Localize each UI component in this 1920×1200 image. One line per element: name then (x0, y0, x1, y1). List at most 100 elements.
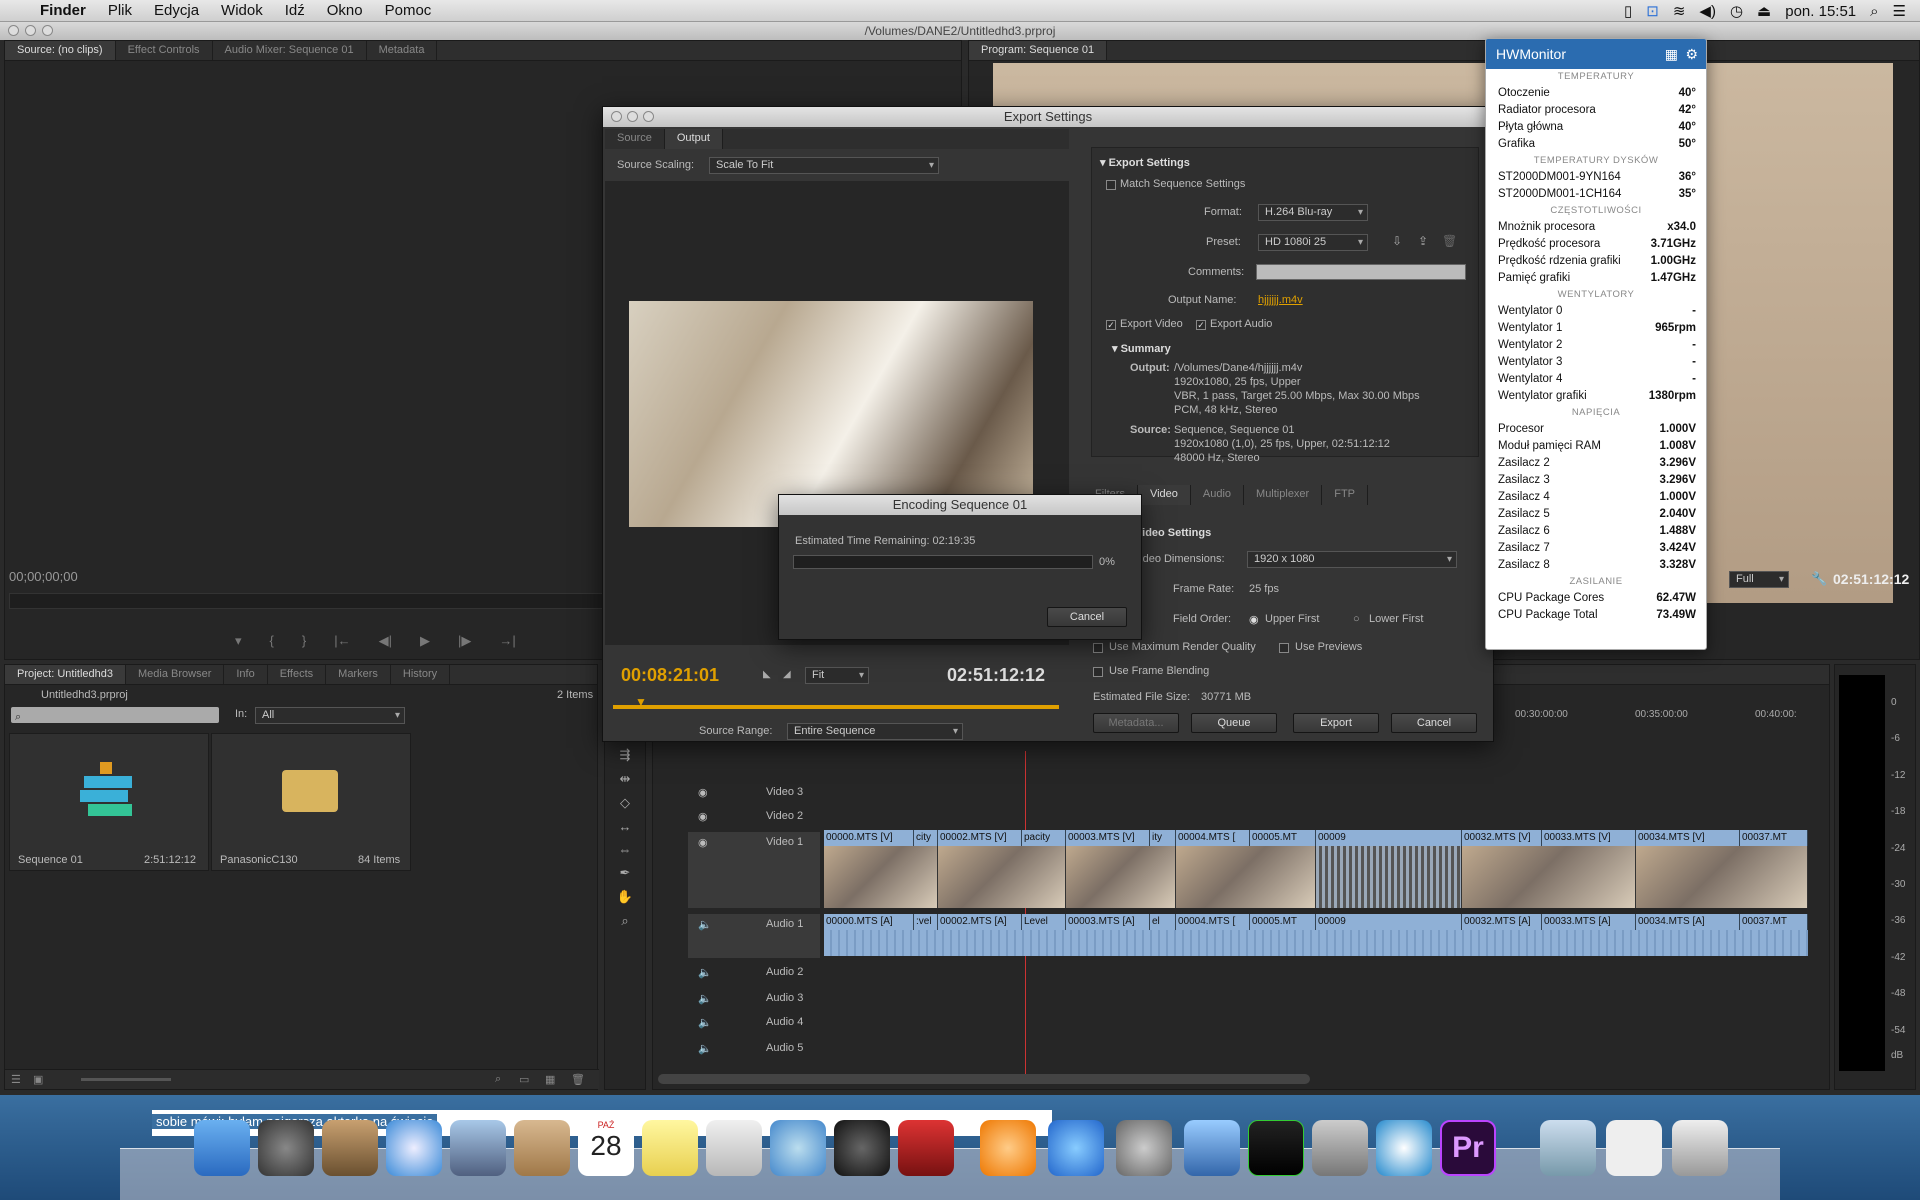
video-clip[interactable]: 00033.MTS [V] (1542, 830, 1636, 846)
notes-icon[interactable] (642, 1120, 698, 1176)
menu-edycja[interactable]: Edycja (154, 2, 199, 19)
close-button[interactable] (611, 111, 622, 122)
pen-icon[interactable]: ✒ (620, 865, 631, 881)
tab-source[interactable]: Source: (no clips) (5, 41, 116, 60)
export-button[interactable]: Export (1293, 713, 1379, 733)
track-video-3[interactable]: ◉ Video 3 (688, 782, 820, 806)
source-scaling-select[interactable]: Scale To Fit (709, 157, 939, 174)
ibooks-icon[interactable] (980, 1120, 1036, 1176)
go-to-in-icon[interactable]: |← (334, 633, 350, 653)
speaker-icon[interactable]: 🔈 (698, 918, 712, 931)
teamviewer-icon[interactable]: ⊡ (1646, 2, 1659, 20)
audio-clip[interactable]: :vel (914, 914, 938, 930)
photo-browser-icon[interactable] (322, 1120, 378, 1176)
time-machine-icon[interactable]: ◷ (1730, 2, 1743, 20)
eye-icon[interactable]: ◉ (698, 786, 708, 799)
menu-okno[interactable]: Okno (327, 2, 363, 19)
reminders-icon[interactable] (706, 1120, 762, 1176)
project-item-sequence[interactable]: Sequence 01 2:51:12:12 (9, 733, 209, 871)
export-current-timecode[interactable]: 00:08:21:01 (621, 665, 719, 686)
photo-booth-icon[interactable] (898, 1120, 954, 1176)
finder-icon[interactable] (194, 1120, 250, 1176)
wrench-icon[interactable]: 🔧 (1811, 571, 1827, 587)
audio-clip[interactable]: el (1150, 914, 1176, 930)
calendar-icon[interactable]: PAŹ 28 (578, 1120, 634, 1176)
video-clip[interactable]: ity (1150, 830, 1176, 846)
video-clip[interactable]: 00002.MTS [V] (938, 830, 1022, 846)
zoom-button[interactable] (42, 25, 53, 36)
audio-clip[interactable]: Level (1022, 914, 1066, 930)
tab-ftp[interactable]: FTP (1322, 485, 1368, 505)
video-clip[interactable]: pacity (1022, 830, 1066, 846)
track-select-icon[interactable]: ⇶ (620, 747, 631, 763)
video-clip[interactable]: 00005.MT (1250, 830, 1316, 846)
video-clip[interactable]: 00037.MT (1740, 830, 1808, 846)
speaker-icon[interactable]: 🔈 (698, 992, 712, 1005)
video-clip[interactable]: city (914, 830, 938, 846)
summary-heading[interactable]: ▾ Summary (1112, 342, 1171, 355)
video-clip[interactable]: 00009 (1316, 830, 1462, 846)
tab-metadata[interactable]: Metadata (367, 41, 438, 60)
set-out-icon[interactable]: ◢ (783, 669, 791, 680)
step-forward-icon[interactable]: |▶ (458, 633, 471, 653)
video-dimensions-select[interactable]: 1920 x 1080 (1247, 551, 1457, 568)
export-fit-select[interactable]: Fit (805, 667, 869, 684)
contacts-icon[interactable] (514, 1120, 570, 1176)
delete-preset-icon[interactable]: 🗑 (1442, 234, 1457, 248)
use-previews-checkbox[interactable] (1279, 643, 1289, 653)
menu-app-name[interactable]: Finder (40, 2, 86, 19)
gear-icon[interactable]: ⚙ (1685, 39, 1698, 69)
zoom-icon[interactable]: ⌕ (621, 913, 628, 929)
timeline-scrollbar[interactable] (658, 1074, 1310, 1084)
source-timecode[interactable]: 00;00;00;00 (9, 569, 78, 584)
audio-clip[interactable]: 00009 (1316, 914, 1462, 930)
comments-input[interactable] (1256, 264, 1466, 280)
mark-in-icon[interactable]: { (270, 633, 274, 653)
tab-program[interactable]: Program: Sequence 01 (969, 41, 1108, 60)
facetime-icon[interactable] (834, 1120, 890, 1176)
export-cancel-button[interactable]: Cancel (1391, 713, 1477, 733)
audio-clip[interactable]: 00005.MT (1250, 914, 1316, 930)
audio-clip[interactable]: 00002.MTS [A] (938, 914, 1022, 930)
speaker-icon[interactable]: 🔈 (698, 1042, 712, 1055)
track-audio-2[interactable]: 🔈 Audio 2 (688, 962, 820, 986)
razor-icon[interactable]: ◇ (620, 795, 630, 811)
export-settings-heading[interactable]: ▾ Export Settings (1100, 156, 1190, 169)
track-audio-1[interactable]: 🔈 Audio 1 (688, 914, 820, 958)
program-timecode[interactable]: 02:51:12:12 (1833, 571, 1909, 587)
volume-icon[interactable]: ◀) (1699, 2, 1716, 20)
lower-first-radio[interactable]: ○ (1353, 613, 1360, 625)
eject-icon[interactable]: ⏏ (1757, 2, 1771, 20)
minimize-button[interactable] (25, 25, 36, 36)
activity-monitor-icon[interactable] (1248, 1120, 1304, 1176)
system-preferences-icon[interactable] (1116, 1120, 1172, 1176)
audio-clip[interactable]: 00034.MTS [A] (1636, 914, 1740, 930)
tab-export-source[interactable]: Source (605, 129, 665, 149)
menu-widok[interactable]: Widok (221, 2, 263, 19)
zoom-slider[interactable] (81, 1078, 171, 1081)
audio-clip[interactable]: 00004.MTS [ (1176, 914, 1250, 930)
metadata-button[interactable]: Metadata... (1093, 713, 1179, 733)
network-utility-icon[interactable] (1312, 1120, 1368, 1176)
wifi-icon[interactable]: ≋ (1673, 2, 1686, 20)
audio-clip[interactable]: 00033.MTS [A] (1542, 914, 1636, 930)
frame-blending-checkbox[interactable] (1093, 667, 1103, 677)
output-name-link[interactable]: hjjjjjj.m4v (1258, 294, 1303, 306)
teamviewer-dock-icon[interactable] (1376, 1120, 1432, 1176)
video-settings-heading[interactable]: Video Settings (1135, 527, 1211, 539)
tab-audio[interactable]: Audio (1191, 485, 1245, 505)
format-select[interactable]: H.264 Blu-ray (1258, 204, 1368, 221)
project-item-folder[interactable]: PanasonicC130 84 Items (211, 733, 411, 871)
audio-clip[interactable]: 00032.MTS [A] (1462, 914, 1542, 930)
tab-export-output[interactable]: Output (664, 129, 723, 149)
track-audio-4[interactable]: 🔈 Audio 4 (688, 1012, 820, 1036)
menu-plik[interactable]: Plik (108, 2, 132, 19)
export-playhead-icon[interactable]: ▼ (635, 695, 647, 709)
hand-icon[interactable]: ✋ (617, 889, 633, 905)
tab-media-browser[interactable]: Media Browser (126, 665, 225, 684)
video-clip[interactable]: 00032.MTS [V] (1462, 830, 1542, 846)
go-to-out-icon[interactable]: →| (499, 633, 515, 653)
list-view-icon[interactable]: ☰ (11, 1073, 21, 1086)
close-button[interactable] (8, 25, 19, 36)
tab-effect-controls[interactable]: Effect Controls (116, 41, 213, 60)
